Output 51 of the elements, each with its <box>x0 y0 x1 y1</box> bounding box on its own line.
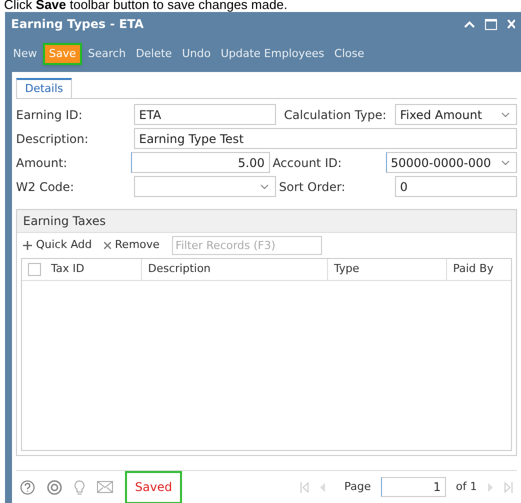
dropdown-field[interactable]: Fixed Amount <box>395 104 517 125</box>
field-value: 0 <box>399 178 409 196</box>
column-header: Tax ID <box>51 261 84 278</box>
input-field[interactable]: 5.00 <box>131 152 270 173</box>
next-page-icon[interactable] <box>487 482 494 492</box>
status-text: Saved <box>125 470 182 503</box>
column-header: Description <box>148 261 211 278</box>
page-label: Page <box>344 478 371 495</box>
window-title: Earning Types - ETA <box>11 16 144 33</box>
caret-icon <box>501 112 510 118</box>
panel-title: Earning Taxes <box>23 213 106 230</box>
input-field[interactable]: ETA <box>134 104 276 125</box>
plus-icon <box>23 241 32 250</box>
field-label: Amount: <box>16 154 68 172</box>
caret-icon <box>500 160 510 166</box>
previous-page-icon[interactable] <box>319 482 326 492</box>
close-icon <box>104 242 111 249</box>
quick-add-button[interactable]: Quick Add <box>23 237 92 254</box>
field-label: Calculation Type: <box>284 106 388 124</box>
dropdown-field[interactable]: 50000-0000-000 <box>386 152 517 173</box>
column-header: Type <box>334 261 360 278</box>
input-field[interactable]: Earning Type Test <box>134 128 517 149</box>
checkbox[interactable] <box>28 263 41 276</box>
dropdown-field[interactable] <box>134 176 276 197</box>
field-label: Sort Order: <box>279 178 346 196</box>
collapse-icon[interactable] <box>464 20 475 28</box>
last-page-icon[interactable] <box>504 482 513 492</box>
maximize-icon[interactable] <box>485 18 497 30</box>
mail-icon[interactable] <box>97 481 113 493</box>
field-value: Earning Type Test <box>138 130 245 148</box>
field-value: 50000-0000-000 <box>390 154 492 172</box>
first-page-icon[interactable] <box>300 482 310 492</box>
input-field[interactable]: 0 <box>395 176 517 197</box>
field-value: 5.00 <box>236 154 266 172</box>
field-label: Earning ID: <box>16 106 84 124</box>
field-label: Description: <box>16 130 90 148</box>
page-field[interactable]: 1 <box>380 477 446 497</box>
field-value: Fixed Amount <box>399 106 484 124</box>
field-label: Account ID: <box>272 154 343 172</box>
filter-field[interactable]: Filter Records (F3) <box>172 236 322 255</box>
close-icon[interactable] <box>507 19 515 29</box>
lightbulb-icon[interactable] <box>74 480 85 494</box>
lifebuoy-icon[interactable] <box>47 480 62 494</box>
column-header: Paid By <box>453 261 494 278</box>
field-label: W2 Code: <box>16 178 76 196</box>
caret-icon <box>260 184 269 190</box>
help-icon[interactable] <box>20 480 35 494</box>
field-value: ETA <box>138 106 162 124</box>
remove-button[interactable]: Remove <box>104 237 160 254</box>
tab[interactable]: Details <box>16 78 72 98</box>
page-count: of 1 <box>456 478 477 495</box>
